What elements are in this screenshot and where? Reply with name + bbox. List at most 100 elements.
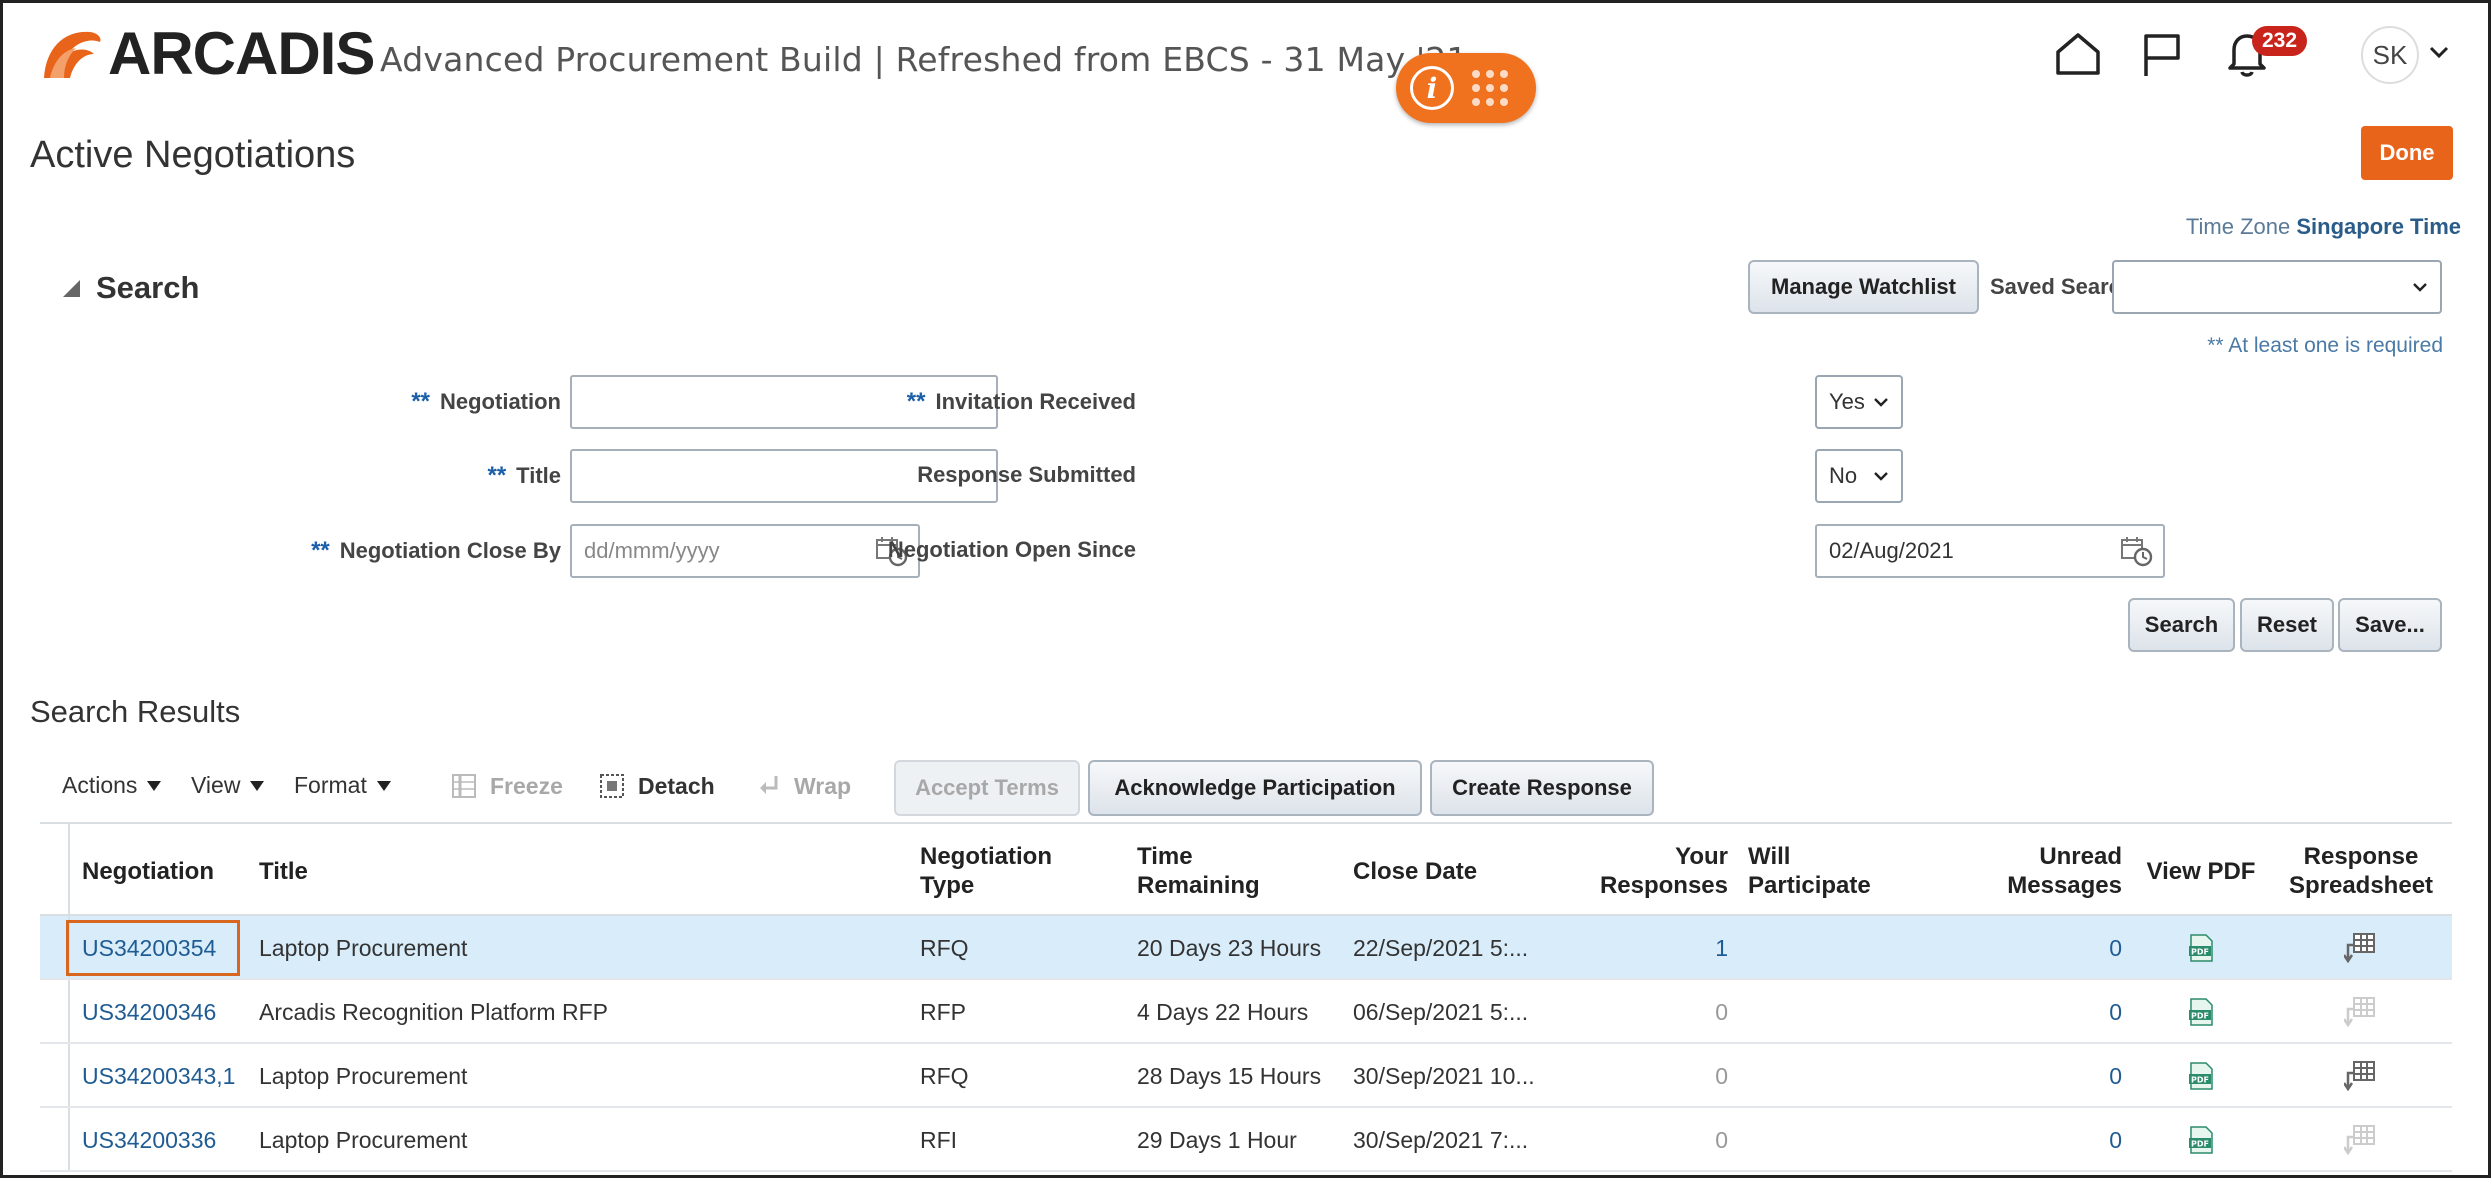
timezone-value[interactable]: Singapore Time xyxy=(2296,214,2461,239)
accept-terms-button[interactable]: Accept Terms xyxy=(894,760,1080,816)
required-marker: ** xyxy=(487,462,507,489)
flag-icon[interactable] xyxy=(2140,32,2184,78)
freeze-button[interactable]: Freeze xyxy=(450,772,563,800)
row-time-remaining: 20 Days 23 Hours xyxy=(1137,934,1322,961)
format-menu[interactable]: Format xyxy=(294,772,391,799)
pdf-icon[interactable]: PDF xyxy=(2186,1061,2216,1091)
triangle-down-icon xyxy=(250,780,265,791)
triangle-down-icon xyxy=(376,780,391,791)
table-row[interactable]: US34200343,1 Laptop Procurement RFQ 28 D… xyxy=(40,1044,2452,1108)
search-button[interactable]: Search xyxy=(2128,598,2235,652)
detach-icon xyxy=(600,774,624,798)
col-view-pdf[interactable]: View PDF xyxy=(2138,824,2264,918)
view-menu[interactable]: View xyxy=(191,772,265,799)
chevron-down-icon xyxy=(1874,472,1888,481)
wrap-button[interactable]: Wrap xyxy=(754,772,851,800)
spreadsheet-icon xyxy=(2344,997,2375,1028)
svg-text:PDF: PDF xyxy=(2191,1076,2209,1085)
manage-watchlist-button[interactable]: Manage Watchlist xyxy=(1748,260,1979,314)
col-negotiation-type[interactable]: Negotiation Type xyxy=(920,824,1080,918)
col-title[interactable]: Title xyxy=(259,824,659,918)
spreadsheet-icon[interactable] xyxy=(2344,931,2378,965)
wrap-icon xyxy=(760,776,778,794)
app-title: Advanced Procurement Build | Refreshed f… xyxy=(380,40,1468,79)
info-launcher-button[interactable]: i xyxy=(1396,53,1536,123)
col-time-remaining[interactable]: Time Remaining xyxy=(1137,824,1297,918)
row-title: Laptop Procurement xyxy=(259,1126,468,1153)
pdf-icon[interactable]: PDF xyxy=(2186,997,2216,1027)
required-note: ** At least one is required xyxy=(2207,334,2443,357)
close-by-date-input[interactable]: dd/mmm/yyyy xyxy=(570,524,920,578)
row-type: RFQ xyxy=(920,934,969,961)
col-response-spreadsheet[interactable]: Response Spreadsheet xyxy=(2276,824,2446,918)
arcadis-logo[interactable]: ARCADIS xyxy=(40,24,375,84)
search-results-title: Search Results xyxy=(30,694,241,729)
save-search-button[interactable]: Save... xyxy=(2338,598,2442,652)
negotiation-link[interactable]: US34200346 xyxy=(82,980,242,1044)
invitation-received-label: ** Invitation Received xyxy=(906,388,1136,415)
home-icon[interactable] xyxy=(2054,32,2102,76)
col-negotiation[interactable]: Negotiation xyxy=(82,824,252,918)
row-your-responses: 0 xyxy=(1715,1126,1728,1153)
calendar-icon[interactable] xyxy=(2119,535,2153,567)
page-title: Active Negotiations xyxy=(30,134,356,176)
open-since-value: 02/Aug/2021 xyxy=(1829,538,1954,563)
negotiation-link[interactable]: US34200354 xyxy=(82,916,242,980)
open-since-date-input[interactable]: 02/Aug/2021 xyxy=(1815,524,2165,578)
row-title: Laptop Procurement xyxy=(259,1062,468,1089)
table-header: Negotiation Title Negotiation Type Time … xyxy=(40,822,2452,916)
table-row[interactable]: US34200346 Arcadis Recognition Platform … xyxy=(40,980,2452,1044)
pdf-icon[interactable]: PDF xyxy=(2186,933,2216,963)
user-avatar[interactable]: SK xyxy=(2361,26,2419,84)
arcadis-logo-mark-icon xyxy=(44,31,101,78)
row-will-participate xyxy=(1748,1108,1948,1172)
create-response-button[interactable]: Create Response xyxy=(1430,760,1654,816)
pdf-icon[interactable]: PDF xyxy=(2186,1125,2216,1155)
timezone-label: Time Zone xyxy=(2185,214,2291,239)
row-unread-messages[interactable]: 0 xyxy=(1980,980,2122,1044)
table-row[interactable]: US34200336 Laptop Procurement RFI 29 Day… xyxy=(40,1108,2452,1172)
negotiation-label: ** Negotiation xyxy=(411,388,561,415)
freeze-icon xyxy=(452,774,476,798)
row-unread-messages[interactable]: 0 xyxy=(1980,1108,2122,1172)
invitation-received-value: Yes xyxy=(1829,389,1865,414)
reset-button[interactable]: Reset xyxy=(2240,598,2334,652)
svg-text:PDF: PDF xyxy=(2191,948,2209,957)
chevron-down-icon[interactable] xyxy=(2428,44,2450,60)
row-close-date: 30/Sep/2021 7:... xyxy=(1353,1126,1529,1153)
row-your-responses[interactable]: 1 xyxy=(1578,916,1728,980)
response-submitted-label: Response Submitted xyxy=(917,462,1136,487)
col-close-date[interactable]: Close Date xyxy=(1353,824,1553,918)
detach-button[interactable]: Detach xyxy=(598,772,715,800)
svg-text:PDF: PDF xyxy=(2191,1140,2209,1149)
row-title: Arcadis Recognition Platform RFP xyxy=(259,998,608,1025)
acknowledge-participation-button[interactable]: Acknowledge Participation xyxy=(1088,760,1422,816)
negotiation-link[interactable]: US34200336 xyxy=(82,1108,242,1172)
spreadsheet-icon xyxy=(2344,1125,2375,1156)
col-will-participate[interactable]: Will Participate xyxy=(1748,824,1908,918)
search-section-title: Search xyxy=(96,270,200,305)
chevron-down-icon xyxy=(1874,398,1888,407)
row-unread-messages[interactable]: 0 xyxy=(1980,1044,2122,1108)
grid-dots-icon xyxy=(1472,70,1508,106)
row-your-responses: 0 xyxy=(1715,998,1728,1025)
table-row[interactable]: US34200354 Laptop Procurement RFQ 20 Day… xyxy=(40,916,2452,980)
saved-search-select[interactable] xyxy=(2112,260,2442,314)
spreadsheet-icon[interactable] xyxy=(2344,1059,2378,1093)
row-type: RFP xyxy=(920,998,966,1025)
row-title: Laptop Procurement xyxy=(259,934,468,961)
row-time-remaining: 28 Days 15 Hours xyxy=(1137,1062,1322,1089)
invitation-received-select[interactable]: Yes xyxy=(1815,375,1903,429)
chevron-down-icon xyxy=(2413,283,2427,292)
required-marker: ** xyxy=(906,388,926,415)
collapse-triangle-icon[interactable] xyxy=(60,277,82,299)
done-button[interactable]: Done xyxy=(2361,126,2453,180)
row-type: RFI xyxy=(920,1126,958,1153)
response-submitted-select[interactable]: No xyxy=(1815,449,1903,503)
col-unread-messages[interactable]: Unread Messages xyxy=(1980,824,2122,918)
row-unread-messages[interactable]: 0 xyxy=(1980,916,2122,980)
row-type: RFQ xyxy=(920,1062,969,1089)
col-your-responses[interactable]: Your Responses xyxy=(1578,824,1728,918)
negotiation-link[interactable]: US34200343,1 xyxy=(82,1044,257,1108)
actions-menu[interactable]: Actions xyxy=(62,772,162,799)
